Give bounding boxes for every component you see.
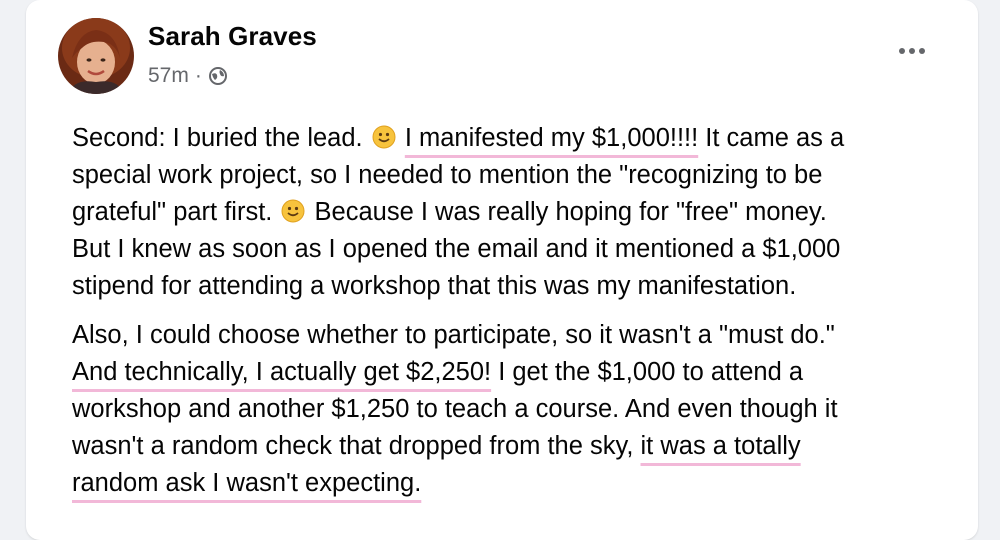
highlighted-text: random ask I wasn't expecting. (72, 469, 422, 497)
text-line: Also, I could choose whether to particip… (72, 321, 835, 349)
text-line: special work project, so I needed to men… (72, 161, 823, 189)
slightly-smiling-face-icon (372, 123, 396, 149)
text-line: wasn't a random check that dropped from … (72, 428, 952, 465)
highlighted-text: And technically, I actually get $2,250! (72, 358, 492, 386)
post-timestamp[interactable]: 57m (148, 64, 189, 88)
more-options-icon (919, 48, 925, 54)
avatar[interactable] (58, 18, 134, 94)
post-text: Second: I buried the lead. I manifested … (72, 120, 952, 514)
text-segment: grateful" part first. (72, 198, 280, 226)
slightly-smiling-face-icon (281, 197, 305, 223)
more-options-icon (899, 48, 905, 54)
text-segment: It came as a (698, 124, 845, 152)
highlighted-text: it was a totally (640, 432, 801, 460)
text-line: And technically, I actually get $2,250! … (72, 354, 952, 391)
text-line: workshop and another $1,250 to teach a c… (72, 395, 838, 423)
more-options-icon (909, 48, 915, 54)
meta-separator: · (194, 64, 202, 87)
post-paragraph: Second: I buried the lead. I manifested … (72, 120, 952, 305)
text-line: random ask I wasn't expecting. (72, 465, 952, 502)
text-segment: wasn't a random check that dropped from … (72, 432, 641, 460)
text-line: stipend for attending a workshop that th… (72, 272, 797, 300)
post-meta: 57m · (148, 62, 228, 90)
text-line: Second: I buried the lead. I manifested … (72, 120, 952, 157)
text-segment: I get the $1,000 to attend a (491, 358, 804, 386)
text-segment: Second: I buried the lead. (72, 124, 370, 152)
more-options-button[interactable] (892, 36, 932, 66)
text-segment: Because I was really hoping for "free" m… (307, 198, 827, 226)
text-line: grateful" part first. Because I was real… (72, 194, 952, 231)
highlighted-text: I manifested my $1,000!!!! (404, 124, 699, 152)
text-line: But I knew as soon as I opened the email… (72, 235, 841, 263)
globe-icon[interactable] (208, 66, 228, 86)
post-paragraph: Also, I could choose whether to particip… (72, 317, 952, 502)
author-name[interactable]: Sarah Graves (148, 21, 317, 52)
